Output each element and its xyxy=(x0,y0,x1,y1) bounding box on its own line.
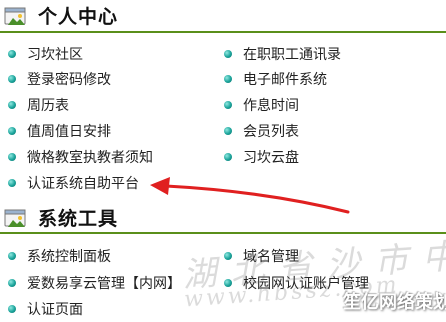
section-divider xyxy=(0,232,446,234)
bullet-icon xyxy=(8,252,16,260)
bullet-icon xyxy=(8,127,16,135)
list-item-label: 电子邮件系统 xyxy=(243,72,327,88)
list-item-label: 校园网认证账户管理 xyxy=(243,276,369,292)
window-app-icon xyxy=(4,7,26,25)
section-header-system-tools: 系统工具 xyxy=(0,204,446,234)
list-item-label: 会员列表 xyxy=(243,124,299,140)
list-item-label: 登录密码修改 xyxy=(27,72,111,88)
bullet-icon xyxy=(224,279,232,287)
list-item-label: 习坎云盘 xyxy=(243,150,299,166)
list-item-label: 微格教室执教者须知 xyxy=(27,150,153,166)
list-item-label: 认证页面 xyxy=(27,302,83,318)
list-item-label: 认证系统自助平台 xyxy=(27,176,139,192)
bullet-icon xyxy=(224,153,232,161)
list-item-label: 值周值日安排 xyxy=(27,124,111,140)
bullet-icon xyxy=(224,50,232,58)
bullet-icon xyxy=(8,153,16,161)
bullet-icon xyxy=(8,75,16,83)
list-item-label: 作息时间 xyxy=(243,98,299,114)
list-item-label: 周历表 xyxy=(27,98,69,114)
bullet-icon xyxy=(8,101,16,109)
section-title: 个人中心 xyxy=(38,6,119,28)
section-header-personal: 个人中心 xyxy=(0,2,446,33)
bullet-icon xyxy=(8,50,16,58)
list-item-label: 习坎社区 xyxy=(27,47,83,63)
section-divider xyxy=(0,31,446,33)
window-app-icon xyxy=(4,209,26,227)
bullet-icon xyxy=(8,279,16,287)
list-item-label: 域名管理 xyxy=(243,249,299,265)
bullet-icon xyxy=(224,101,232,109)
list-item-label: 在职职工通讯录 xyxy=(243,47,341,63)
bullet-icon xyxy=(224,127,232,135)
list-item-label: 系统控制面板 xyxy=(27,249,111,265)
bullet-icon xyxy=(8,179,16,187)
bullet-icon xyxy=(8,305,16,313)
bullet-icon xyxy=(224,75,232,83)
bullet-icon xyxy=(224,252,232,260)
list-item-label: 爱数易享云管理【内网】 xyxy=(27,276,181,292)
section-title: 系统工具 xyxy=(38,208,119,230)
